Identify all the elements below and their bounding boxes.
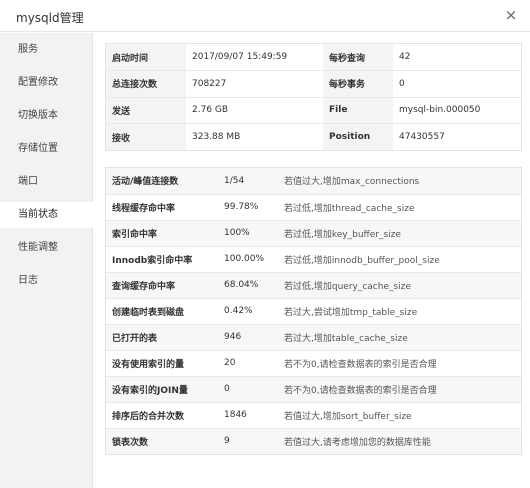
table-row: 查询缓存命中率 68.04% 若过低,增加query_cache_size [106,272,521,299]
metric-name: 没有索引的JOIN量 [106,376,218,403]
stat-label: 每秒查询 [323,44,393,71]
stat-label: 总连接次数 [106,70,186,98]
table-row: 创建临时表到磁盘 0.42% 若过大,尝试增加tmp_table_size [106,298,521,325]
sidebar-item-performance[interactable]: 性能调整 [0,235,92,261]
table-row: 接收 323.88 MB Position 47430557 [106,123,521,150]
metric-value: 100.00% [218,246,278,273]
sidebar-item-service[interactable]: 服务 [0,37,92,63]
stat-label: 启动时间 [106,44,186,71]
metric-name: 排序后的合并次数 [106,402,218,429]
table-row: 活动/峰值连接数 1/54 若值过大,增加max_connections [106,168,521,195]
metric-value: 20 [218,350,278,377]
metric-tip: 若过低,增加thread_cache_size [278,194,521,221]
metric-value: 99.78% [218,194,278,221]
metric-name: 活动/峰值连接数 [106,168,218,195]
metric-name: 锁表次数 [106,428,218,454]
table-row: 索引命中率 100% 若过低,增加key_buffer_size [106,220,521,247]
sidebar-item-storage[interactable]: 存储位置 [0,136,92,162]
table-row: Innodb索引命中率 100.00% 若过低,增加innodb_buffer_… [106,246,521,273]
metric-tip: 若值过大,增加sort_buffer_size [278,402,521,429]
metric-tip: 若过大,尝试增加tmp_table_size [278,298,521,325]
metric-name: 线程缓存命中率 [106,194,218,221]
stat-label: 发送 [106,97,186,124]
stat-value: 2.76 GB [186,97,323,124]
metric-value: 946 [218,324,278,351]
metric-name: 没有使用索引的量 [106,350,218,377]
metric-value: 0 [218,376,278,403]
table-row: 排序后的合并次数 1846 若值过大,增加sort_buffer_size [106,402,521,429]
stat-label: File [323,97,393,124]
sidebar-item-status[interactable]: 当前状态 [0,202,94,228]
performance-table: 活动/峰值连接数 1/54 若值过大,增加max_connections 线程缓… [105,167,522,455]
metric-value: 100% [218,220,278,247]
table-row: 已打开的表 946 若过大,增加table_cache_size [106,324,521,351]
table-row: 没有索引的JOIN量 0 若不为0,请检查数据表的索引是否合理 [106,376,521,403]
metric-tip: 若过低,增加innodb_buffer_pool_size [278,246,521,273]
metric-value: 1/54 [218,168,278,195]
stat-label: 接收 [106,123,186,150]
metric-tip: 若过低,增加key_buffer_size [278,220,521,247]
title-bar: mysqld管理 × [0,0,530,32]
metric-tip: 若值过大,增加max_connections [278,168,521,195]
metric-tip: 若过大,增加table_cache_size [278,324,521,351]
metric-tip: 若过低,增加query_cache_size [278,272,521,299]
stat-label: Position [323,123,393,150]
metric-name: Innodb索引命中率 [106,246,218,273]
stat-value: mysql-bin.000050 [393,97,521,124]
stat-value: 708227 [186,70,323,98]
table-row: 总连接次数 708227 每秒事务 0 [106,70,521,98]
table-row: 线程缓存命中率 99.78% 若过低,增加thread_cache_size [106,194,521,221]
sidebar-item-logs[interactable]: 日志 [0,268,92,294]
metric-value: 1846 [218,402,278,429]
metric-value: 68.04% [218,272,278,299]
stat-value: 42 [393,44,521,71]
window-title: mysqld管理 [16,11,84,25]
metric-tip: 若不为0,请检查数据表的索引是否合理 [278,376,521,403]
stat-value: 47430557 [399,132,445,142]
metric-value: 0.42% [218,298,278,325]
sidebar-item-port[interactable]: 端口 [0,169,92,195]
metric-value: 9 [218,428,278,454]
stat-value: 2017/09/07 15:49:59 [186,44,323,71]
metric-name: 创建临时表到磁盘 [106,298,218,325]
metric-tip: 若不为0,请检查数据表的索引是否合理 [278,350,521,377]
metric-tip: 若值过大,请考虑增加您的数据库性能 [278,428,521,454]
table-row: 锁表次数 9 若值过大,请考虑增加您的数据库性能 [106,428,521,454]
stat-value: 323.88 MB [192,132,241,142]
sidebar-item-version[interactable]: 切换版本 [0,103,92,129]
metric-name: 查询缓存命中率 [106,272,218,299]
stat-value: 0 [393,70,521,98]
table-row: 发送 2.76 GB File mysql-bin.000050 [106,97,521,124]
table-row: 启动时间 2017/09/07 15:49:59 每秒查询 42 [106,44,521,71]
sidebar-item-config[interactable]: 配置修改 [0,70,92,96]
metric-name: 已打开的表 [106,324,218,351]
metric-name: 索引命中率 [106,220,218,247]
close-icon[interactable]: × [502,6,520,24]
status-overview-table: 启动时间 2017/09/07 15:49:59 每秒查询 42 总连接次数 7… [105,43,522,151]
table-row: 没有使用索引的量 20 若不为0,请检查数据表的索引是否合理 [106,350,521,377]
stat-label: 每秒事务 [323,70,393,98]
sidebar: 服务 配置修改 切换版本 存储位置 端口 当前状态 性能调整 日志 [0,33,94,488]
